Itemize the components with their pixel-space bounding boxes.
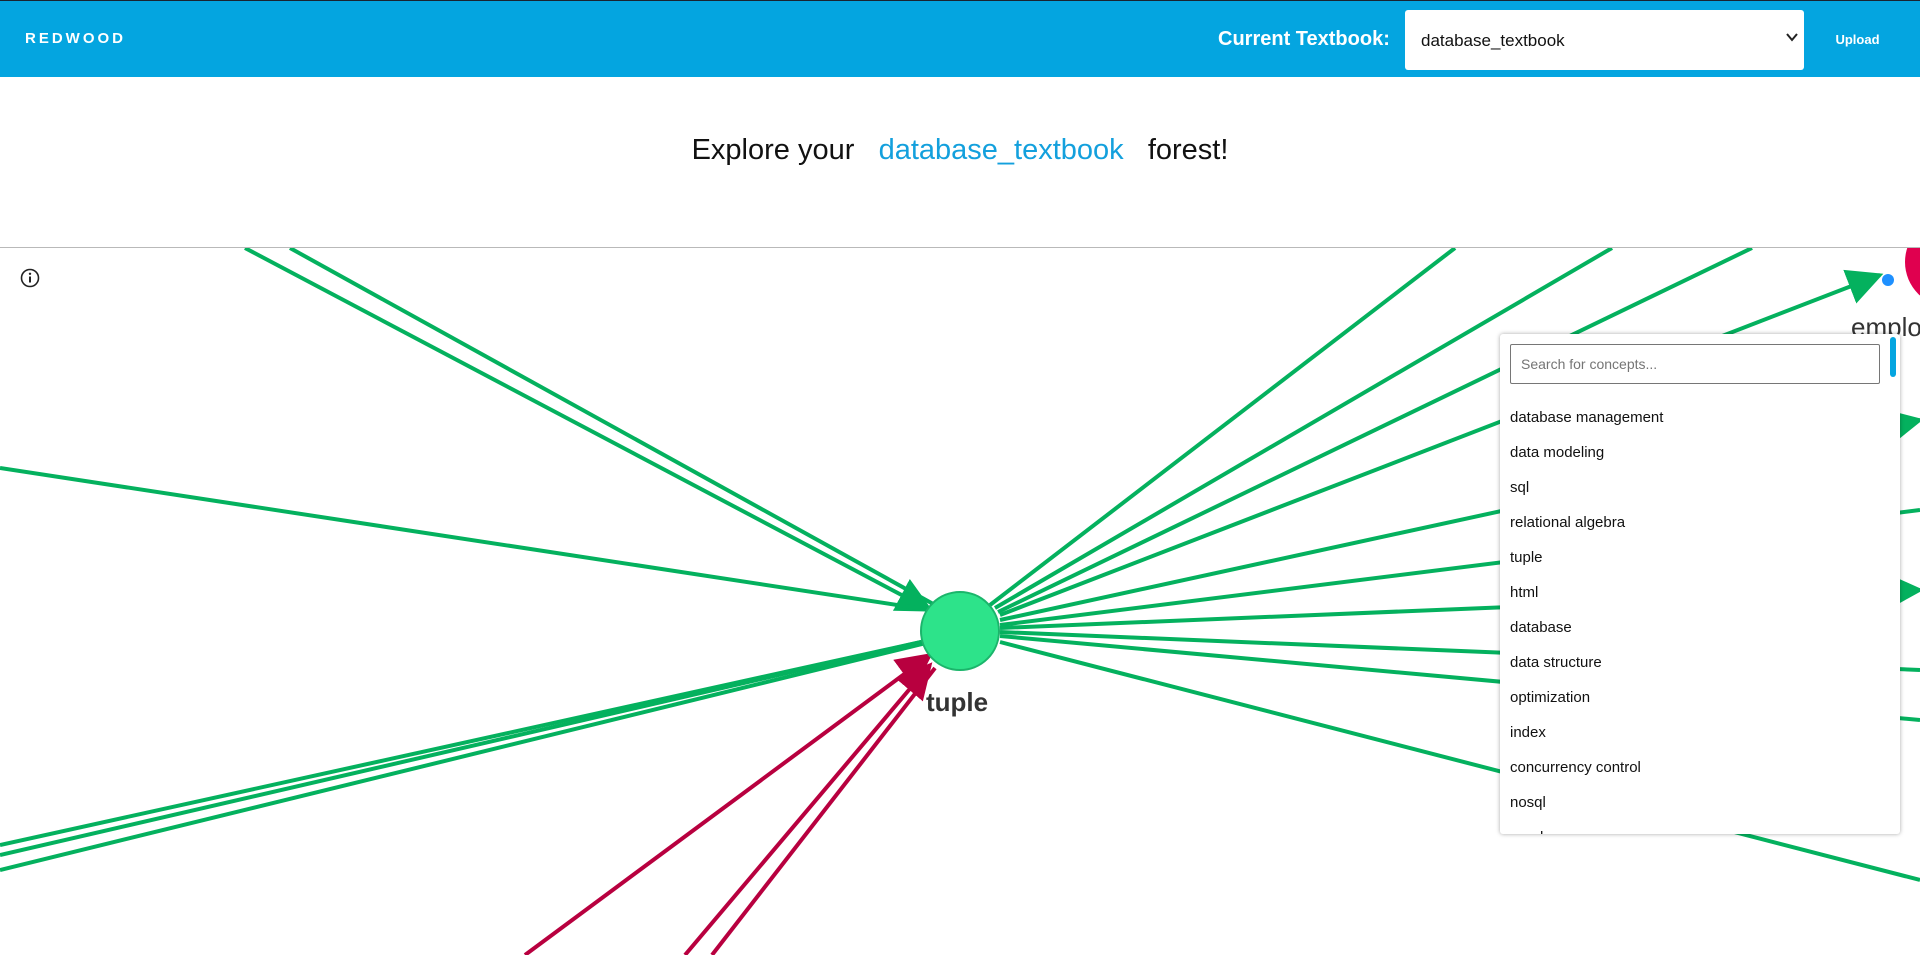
brand-logo[interactable]: REDWOOD (25, 30, 126, 47)
textbook-select-value: database_textbook (1421, 31, 1565, 50)
graph-node-employee[interactable] (1905, 248, 1920, 307)
concept-list-item[interactable]: index (1510, 715, 1663, 750)
concept-list-item[interactable]: html (1510, 575, 1663, 610)
graph-edge (523, 652, 933, 955)
concept-list-item[interactable]: tuple (1510, 540, 1663, 575)
concept-list-item[interactable]: data modeling (1510, 435, 1663, 470)
upload-button[interactable]: Upload (1820, 25, 1895, 55)
concept-search-input[interactable] (1510, 344, 1880, 384)
concept-list-item[interactable]: relational algebra (1510, 505, 1663, 540)
graph-edge (289, 248, 936, 607)
graph-edge (710, 666, 937, 955)
textbook-label: Current Textbook: (1218, 28, 1390, 50)
headline-suffix: forest! (1147, 134, 1229, 166)
headline-prefix: Explore your (691, 134, 855, 166)
info-icon[interactable] (20, 268, 40, 288)
concept-list-item[interactable]: data structure (1510, 645, 1663, 680)
concept-list-item[interactable]: database management (1510, 400, 1663, 435)
graph-node-dot (1882, 274, 1894, 286)
concept-list-item[interactable]: concurrency control (1510, 750, 1663, 785)
page-headline: Explore your database_textbook forest! (0, 134, 1920, 167)
concept-list: database management data modeling sql relat… (1510, 400, 1663, 834)
concept-list-item[interactable]: optimization (1510, 680, 1663, 715)
concept-list-item[interactable]: nosql (1510, 785, 1663, 820)
concept-list-item[interactable]: database (1510, 610, 1663, 645)
chevron-down-icon (1786, 33, 1798, 42)
concept-panel: database managementdata modelingsqlrelat… (1500, 334, 1900, 834)
concept-list-scrollbar[interactable] (1890, 337, 1896, 377)
textbook-select[interactable]: database_textbook (1405, 10, 1804, 70)
concept-list-item[interactable]: sql (1510, 470, 1663, 505)
top-navbar: REDWOOD Current Textbook: database_textb… (0, 0, 1920, 77)
headline-textbook-name: database_textbook (878, 134, 1124, 166)
graph-node-tuple[interactable] (920, 591, 1000, 671)
graph-edge (0, 638, 931, 857)
concept-list-item[interactable]: graph (1510, 820, 1663, 834)
node-label-tuple: tuple (926, 687, 989, 717)
graph-edge (0, 466, 931, 612)
